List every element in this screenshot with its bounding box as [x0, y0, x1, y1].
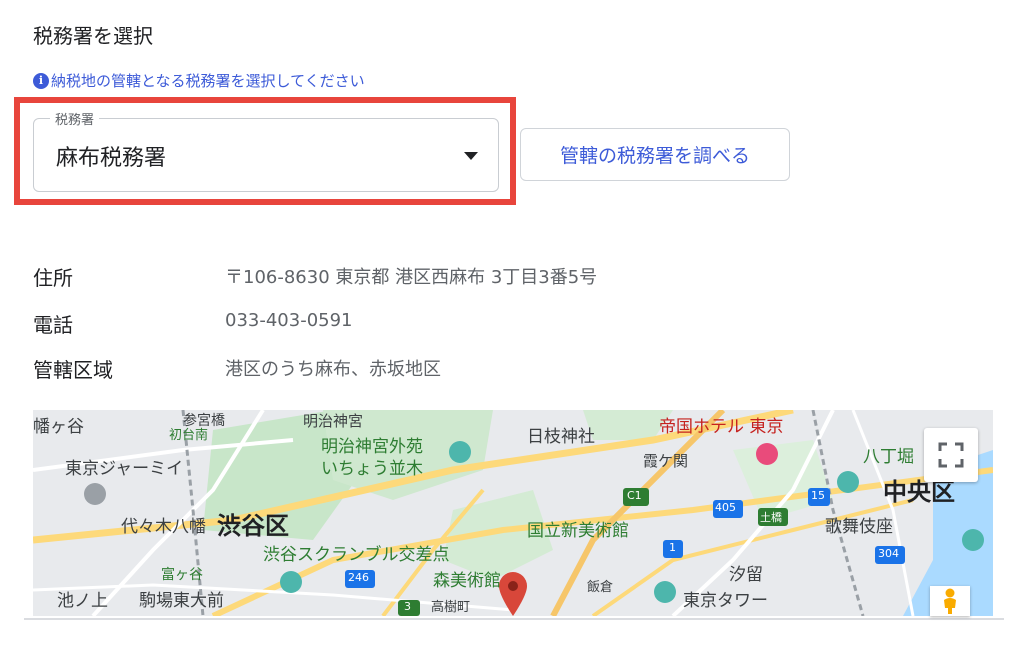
map-label: 飯倉	[587, 580, 614, 595]
map-label: 駒場東大前	[139, 591, 224, 611]
route-shield: 土橋	[760, 511, 782, 524]
map-label: 明治神宮	[303, 412, 364, 430]
map-label: 国立新美術館	[527, 521, 629, 541]
info-text: 納税地の管轄となる税務署を選択してください	[51, 72, 365, 90]
route-shield: 15	[811, 489, 825, 502]
jurisdiction-value: 港区のうち麻布、赤坂地区	[225, 359, 441, 380]
phone-value: 033-403-0591	[225, 310, 353, 331]
lookup-tax-office-button[interactable]: 管轄の税務署を調べる	[520, 128, 790, 181]
fullscreen-button[interactable]	[924, 428, 978, 482]
info-hint: i 納税地の管轄となる税務署を選択してください	[33, 70, 365, 91]
map-label: 霞ケ関	[643, 452, 689, 470]
map-label: 八丁堀	[863, 447, 914, 467]
route-shield: 405	[715, 501, 736, 514]
map-label: 帝国ホテル 東京	[659, 417, 784, 437]
map-label: 歌舞伎座	[825, 517, 893, 537]
map-label: いちょう並木	[321, 459, 423, 479]
map-label: 汐留	[729, 565, 763, 585]
route-shield: C1	[627, 489, 642, 502]
map-label: 初台南	[169, 428, 209, 443]
map-label: 東京ジャーミイ	[65, 459, 184, 479]
map-label: 渋谷区	[217, 512, 289, 540]
map-label: 高樹町	[431, 600, 471, 615]
fullscreen-icon	[938, 442, 964, 468]
section-title: 税務署を選択	[33, 24, 153, 48]
info-icon: i	[33, 72, 49, 89]
map-label: 日枝神社	[527, 427, 595, 447]
map-label: 東京タワー	[683, 591, 768, 611]
annotation-highlight-box	[14, 97, 516, 205]
route-shield: 304	[878, 547, 899, 560]
map-view[interactable]: 幡ヶ谷 参宮橋 初台南 明治神宮 明治神宮外苑 いちょう並木 日枝神社 帝国ホテ…	[33, 410, 993, 616]
route-shield: 1	[669, 541, 676, 554]
map-label: 池ノ上	[57, 591, 108, 611]
map-label: 渋谷スクランブル交差点	[263, 545, 450, 565]
address-value: 〒106-8630 東京都 港区西麻布 3丁目3番5号	[225, 267, 598, 288]
map-label: 富ヶ谷	[161, 567, 203, 583]
map-label: 代々木八幡	[121, 517, 206, 537]
route-shield: 246	[348, 571, 369, 584]
phone-label: 電話	[33, 313, 73, 337]
route-shield: 3	[404, 600, 411, 613]
street-view-button[interactable]	[930, 586, 970, 616]
jurisdiction-label: 管轄区域	[33, 358, 113, 382]
address-label: 住所	[33, 266, 73, 290]
map-label: 森美術館	[433, 571, 501, 591]
map-label: 幡ヶ谷	[33, 417, 84, 437]
pegman-icon	[944, 588, 956, 614]
divider	[24, 618, 1004, 620]
